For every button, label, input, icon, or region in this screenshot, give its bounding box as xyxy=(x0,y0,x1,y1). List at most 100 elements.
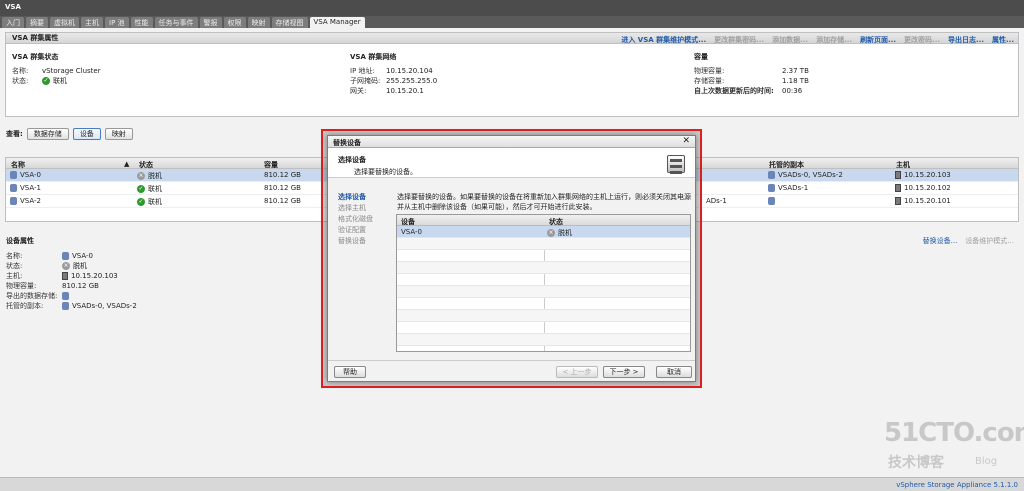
storage-capacity-value: 1.18 TB xyxy=(782,77,809,85)
empty-row xyxy=(397,286,690,298)
row-exported-datastore: ADs-1 xyxy=(706,197,727,205)
step-replace-device: 替换设备 xyxy=(338,237,366,245)
ip-value: 10.15.20.104 xyxy=(386,67,433,75)
dialog-title: 替换设备 xyxy=(333,139,361,147)
prop-capacity-value: 810.12 GB xyxy=(62,282,99,290)
prop-name-value: VSA-0 xyxy=(72,252,93,260)
dialog-header: 选择设备 选择要替换的设备。 xyxy=(328,148,695,178)
change-cluster-password-link[interactable]: 更改群集密码... xyxy=(714,35,764,45)
view-datastores-button[interactable]: 数据存储 xyxy=(26,128,69,140)
view-maps-button[interactable]: 映射 xyxy=(104,128,133,140)
tab-hosts[interactable]: 主机 xyxy=(81,17,103,28)
dialog-table-header: 设备 状态 xyxy=(397,215,690,226)
capacity-section: 容量 物理容量: 2.37 TB 存储容量: 1.18 TB 自上次数据更新后的时间… xyxy=(694,52,809,96)
datastore-icon xyxy=(768,171,775,179)
tab-maps[interactable]: 映射 xyxy=(247,17,270,28)
tab-vms[interactable]: 虚拟机 xyxy=(50,17,79,28)
cluster-actions: 进入 VSA 群集维护模式... 更改群集密码... 添加数据... 添加存储.… xyxy=(621,35,1014,45)
tab-storage-views[interactable]: 存储视图 xyxy=(271,17,308,28)
replace-device-dialog: 替换设备 ✕ 选择设备 选择要替换的设备。 选择设备 选择主机 格式化磁盘 验证… xyxy=(327,135,696,382)
wizard-steps: 选择设备 选择主机 格式化磁盘 验证配置 替换设备 xyxy=(338,192,388,247)
datastore-icon xyxy=(768,184,775,192)
row-name: VSA-0 xyxy=(20,171,41,179)
gateway-label: 网关: xyxy=(350,87,367,95)
sort-asc-icon: ▲ xyxy=(124,160,130,168)
host-icon xyxy=(62,272,68,280)
ip-label: IP 地址: xyxy=(350,67,375,75)
tab-performance[interactable]: 性能 xyxy=(130,17,153,28)
prop-capacity-label: 物理容量: xyxy=(6,282,37,290)
view-devices-button[interactable]: 设备 xyxy=(72,128,101,140)
row-state: 脱机 xyxy=(148,172,162,180)
datastore-icon xyxy=(768,197,775,205)
physical-capacity-label: 物理容量: xyxy=(694,67,725,75)
cluster-name-value: vStorage Cluster xyxy=(42,67,101,75)
help-button[interactable]: 帮助 xyxy=(334,366,366,378)
tab-vsa-manager[interactable]: VSA Manager xyxy=(309,17,365,28)
dialog-footer: 帮助 < 上一步 下一步 > 取消 xyxy=(328,360,695,382)
watermark-blog: Blog xyxy=(975,456,998,467)
mask-label: 子网掩码: xyxy=(350,77,381,85)
add-storage-link[interactable]: 添加存储... xyxy=(816,35,852,45)
highlight-frame: 替换设备 ✕ 选择设备 选择要替换的设备。 选择设备 选择主机 格式化磁盘 验证… xyxy=(321,129,702,388)
version-text: vSphere Storage Appliance 5.1.1.0 xyxy=(896,481,1018,489)
offline-icon: ⨯ xyxy=(137,172,145,180)
storage-capacity-label: 存储容量: xyxy=(694,77,725,85)
refresh-page-link[interactable]: 刷新页面... xyxy=(860,35,896,45)
prop-state-value: 脱机 xyxy=(73,262,87,270)
datastore-icon xyxy=(62,292,69,300)
mask-value: 255.255.255.0 xyxy=(386,77,438,85)
tab-permissions[interactable]: 权限 xyxy=(223,17,246,28)
tab-summary[interactable]: 摘要 xyxy=(26,17,48,28)
prop-replicas-label: 托管的副本: xyxy=(6,302,44,310)
cluster-status-title: VSA 群集状态 xyxy=(12,53,59,61)
cluster-status-section: VSA 群集状态 名称: vStorage Cluster 状态: ✓ 联机 xyxy=(12,52,101,86)
step-format-disk: 格式化磁盘 xyxy=(338,215,373,223)
tab-alarms[interactable]: 警报 xyxy=(199,17,222,28)
enter-maintenance-link[interactable]: 进入 VSA 群集维护模式... xyxy=(621,35,706,45)
row-name: VSA-2 xyxy=(20,197,41,205)
step-verify-config: 验证配置 xyxy=(338,226,366,234)
dialog-row-device: VSA-0 xyxy=(401,228,422,236)
device-select-table: 设备 状态 VSA-0 ⨯ 脱机 xyxy=(396,214,691,352)
prop-datastore-label: 导出的数据存储: xyxy=(6,292,58,300)
online-icon: ✓ xyxy=(137,185,145,193)
cluster-properties-title: VSA 群集属性 xyxy=(12,34,59,42)
prop-host-label: 主机: xyxy=(6,272,23,280)
server-icon xyxy=(667,155,685,174)
add-data-link[interactable]: 添加数据... xyxy=(772,35,808,45)
last-update-label: 自上次数据更新后的时间: xyxy=(694,87,774,95)
cancel-button[interactable]: 取消 xyxy=(656,366,692,378)
instruction-text: 选择要替换的设备。如果要替换的设备在将重新加入群集网络的主机上运行，则必须关闭其… xyxy=(397,193,691,211)
host-icon xyxy=(895,171,901,179)
next-button[interactable]: 下一步 > xyxy=(603,366,645,378)
back-button[interactable]: < 上一步 xyxy=(556,366,598,378)
app-title: VSA xyxy=(0,0,1024,16)
table-row[interactable]: VSA-0 ⨯ 脱机 xyxy=(397,226,690,238)
watermark-site: 51CTO.com xyxy=(884,418,1024,448)
step-subtitle: 选择要替换的设备。 xyxy=(354,168,417,176)
cluster-name-label: 名称: xyxy=(12,67,29,75)
online-icon: ✓ xyxy=(42,77,50,85)
replace-device-link[interactable]: 替换设备... xyxy=(923,236,958,246)
empty-row xyxy=(397,310,690,322)
cluster-properties-header: VSA 群集属性 进入 VSA 群集维护模式... 更改群集密码... 添加数据… xyxy=(6,33,1018,44)
properties-link[interactable]: 属性... xyxy=(992,35,1014,45)
close-icon[interactable]: ✕ xyxy=(682,136,690,146)
device-maintenance-link[interactable]: 设备维护模式... xyxy=(965,236,1014,246)
device-icon xyxy=(10,197,17,205)
view-label: 查看: xyxy=(6,130,23,138)
step-select-device: 选择设备 xyxy=(338,193,366,201)
change-password-link[interactable]: 更改密码... xyxy=(904,35,940,45)
export-logs-link[interactable]: 导出日志... xyxy=(948,35,984,45)
prop-name-label: 名称: xyxy=(6,252,23,260)
host-icon xyxy=(895,197,901,205)
tab-ip-pools[interactable]: IP 池 xyxy=(105,17,129,28)
tab-tasks-events[interactable]: 任务与事件 xyxy=(154,17,198,28)
tab-getting-started[interactable]: 入门 xyxy=(2,17,24,28)
physical-capacity-value: 2.37 TB xyxy=(782,67,809,75)
prop-state-label: 状态: xyxy=(6,262,23,270)
empty-row xyxy=(397,250,690,262)
offline-icon: ⨯ xyxy=(62,262,70,270)
row-host: 10.15.20.103 xyxy=(904,171,951,179)
